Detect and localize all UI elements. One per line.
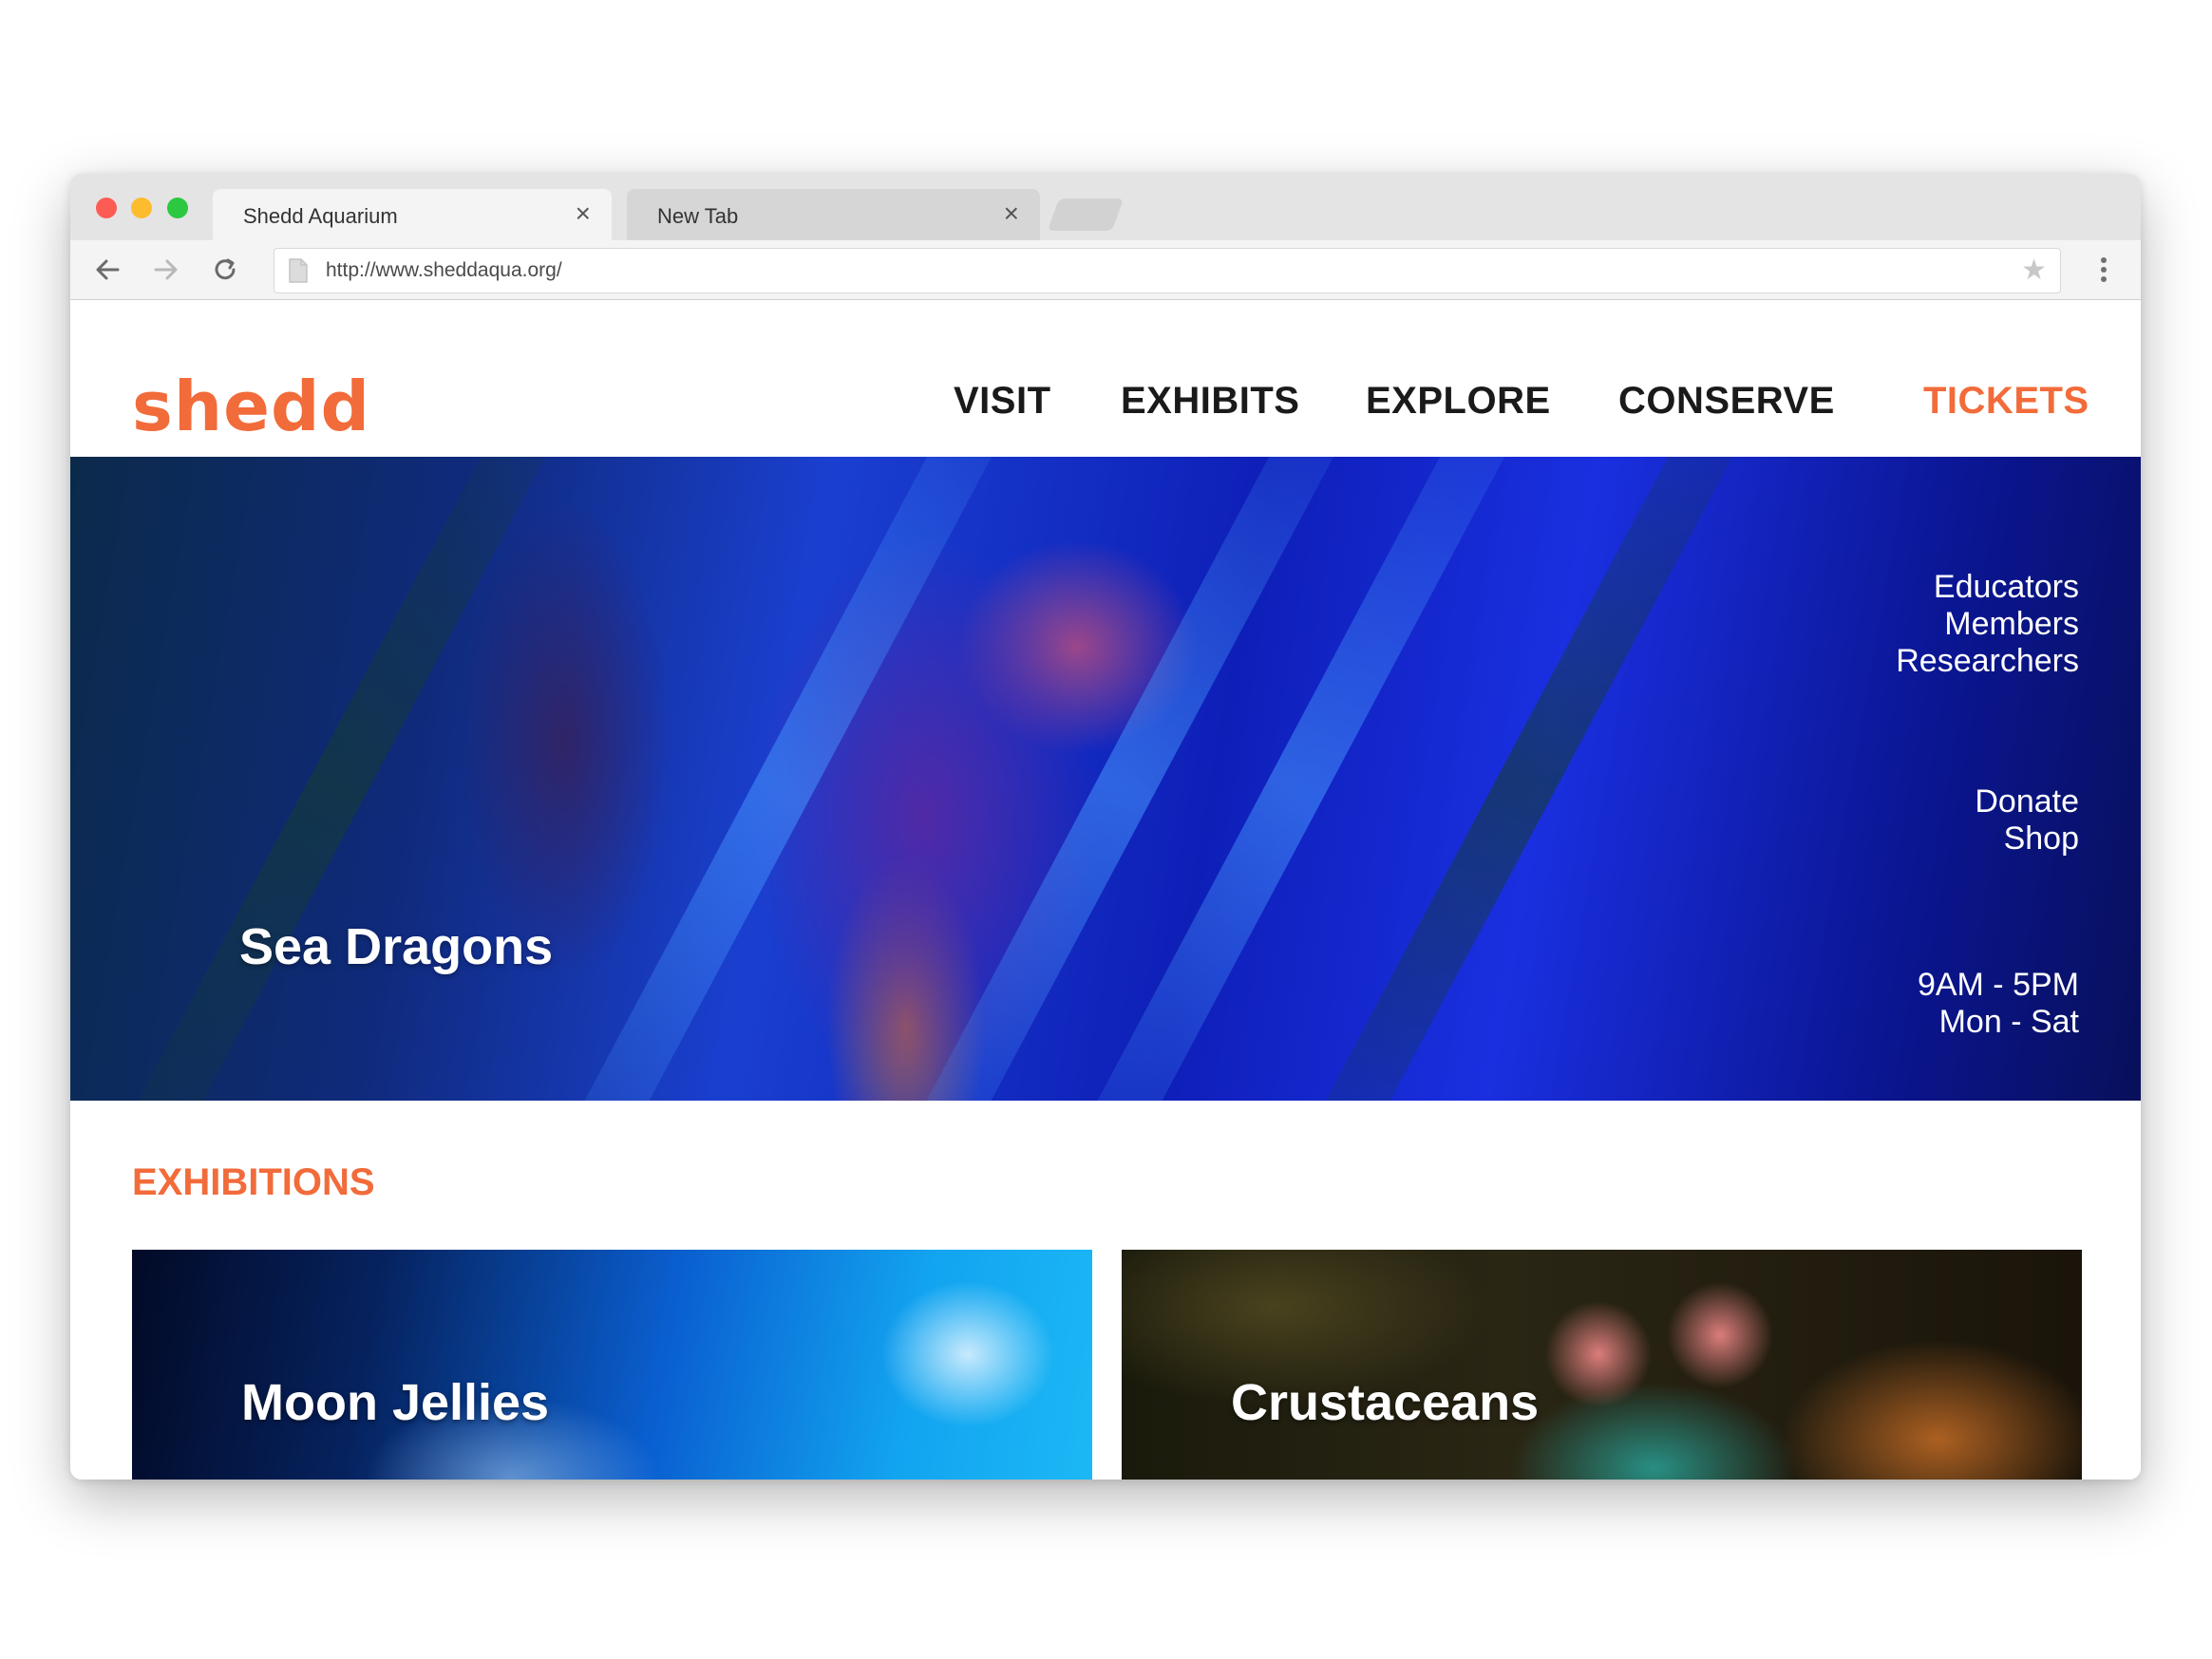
nav-conserve[interactable]: CONSERVE xyxy=(1618,380,1835,423)
card-title: Crustaceans xyxy=(1231,1374,1540,1431)
tab-new-tab[interactable]: New Tab × xyxy=(627,189,1040,240)
hours-info: 9AM - 5PM Mon - Sat xyxy=(1918,967,2079,1041)
hero-background-streak xyxy=(70,457,607,1101)
hero-banner[interactable]: Sea Dragons Educators Members Researcher… xyxy=(70,457,2141,1101)
link-donate[interactable]: Donate xyxy=(1975,783,2079,820)
main-nav: VISIT EXHIBITS EXPLORE CONSERVE TICKETS xyxy=(70,380,2141,427)
hours-time: 9AM - 5PM xyxy=(1917,967,2079,1003)
support-links: Donate Shop xyxy=(1975,783,2079,858)
hero-background-streak xyxy=(1253,457,1794,1101)
web-page: shedd VISIT EXHIBITS EXPLORE CONSERVE TI… xyxy=(70,300,2141,1480)
arrow-left-icon xyxy=(96,259,120,280)
tab-close-icon[interactable]: × xyxy=(1004,198,1019,229)
exhibition-card-crustaceans[interactable]: Crustaceans xyxy=(1122,1250,2082,1480)
browser-toolbar: http://www.sheddaqua.org/ ★ xyxy=(70,240,2141,300)
nav-explore[interactable]: EXPLORE xyxy=(1366,380,1551,423)
tab-title: New Tab xyxy=(657,204,739,228)
hero-background-streak xyxy=(512,457,1053,1101)
close-window-button[interactable] xyxy=(96,198,117,218)
new-tab-button[interactable] xyxy=(1047,198,1125,231)
hero-title[interactable]: Sea Dragons xyxy=(239,917,553,976)
forward-button[interactable] xyxy=(150,254,182,286)
nav-tickets[interactable]: TICKETS xyxy=(1923,380,2089,423)
link-researchers[interactable]: Researchers xyxy=(1896,643,2079,680)
card-title: Moon Jellies xyxy=(241,1374,550,1431)
reload-button[interactable] xyxy=(209,254,241,286)
tab-shedd-aquarium[interactable]: Shedd Aquarium × xyxy=(213,189,612,240)
tab-title: Shedd Aquarium xyxy=(243,204,398,228)
back-button[interactable] xyxy=(91,254,123,286)
link-members[interactable]: Members xyxy=(1896,606,2079,643)
tab-bar: Shedd Aquarium × New Tab × xyxy=(70,174,2141,240)
minimize-window-button[interactable] xyxy=(131,198,152,218)
url-text[interactable]: http://www.sheddaqua.org/ xyxy=(326,259,562,282)
maximize-window-button[interactable] xyxy=(167,198,188,218)
exhibitions-heading: EXHIBITIONS xyxy=(132,1161,375,1203)
link-shop[interactable]: Shop xyxy=(1975,820,2079,858)
arrow-right-icon xyxy=(154,259,178,280)
audience-links: Educators Members Researchers xyxy=(1896,569,2079,680)
hours-days: Mon - Sat xyxy=(1938,1004,2079,1040)
star-icon[interactable]: ★ xyxy=(2021,256,2047,285)
link-educators[interactable]: Educators xyxy=(1896,569,2079,606)
more-vertical-icon[interactable] xyxy=(2101,257,2107,286)
exhibition-card-moon-jellies[interactable]: Moon Jellies xyxy=(132,1250,1092,1480)
nav-exhibits[interactable]: EXHIBITS xyxy=(1121,380,1299,423)
address-bar[interactable]: http://www.sheddaqua.org/ ★ xyxy=(274,248,2061,293)
reload-icon xyxy=(215,258,236,280)
nav-visit[interactable]: VISIT xyxy=(954,380,1051,423)
browser-window: Shedd Aquarium × New Tab × http://www.sh… xyxy=(70,174,2141,1480)
page-icon xyxy=(289,258,308,283)
tab-close-icon[interactable]: × xyxy=(576,198,591,229)
